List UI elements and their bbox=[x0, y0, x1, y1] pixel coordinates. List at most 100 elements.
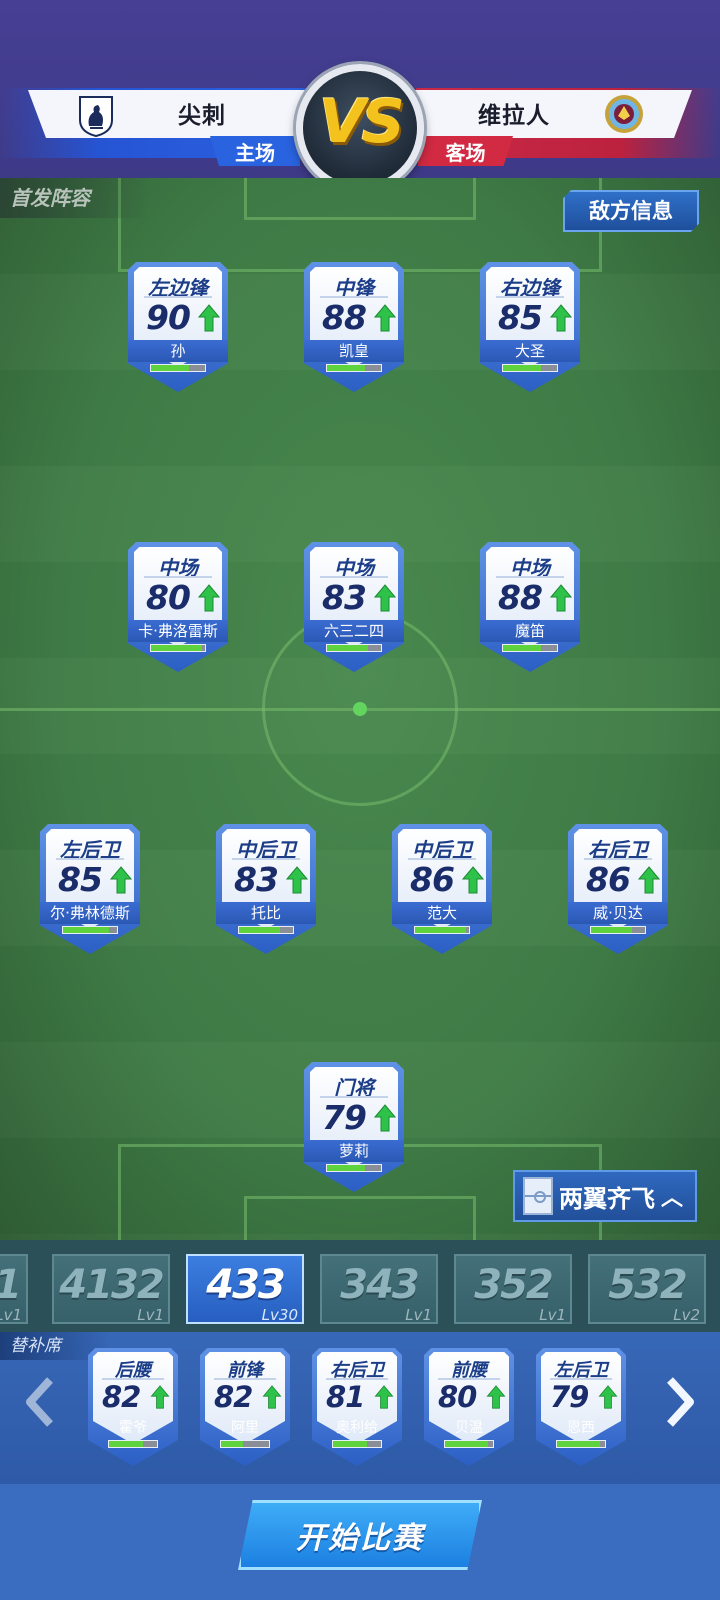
chevron-up-icon: ︿ bbox=[661, 1186, 684, 1211]
player-card[interactable]: 中后卫 86 范大 bbox=[392, 824, 492, 954]
fitness-bar bbox=[150, 644, 206, 652]
player-card[interactable]: 门将 79 萝莉 bbox=[304, 1062, 404, 1192]
player-card[interactable]: 后腰 82 霍爷 bbox=[88, 1348, 178, 1466]
fitness-bar bbox=[62, 926, 118, 934]
player-rating: 88 bbox=[322, 298, 367, 337]
player-card[interactable]: 中后卫 83 托比 bbox=[216, 824, 316, 954]
player-card[interactable]: 中场 80 卡·弗洛雷斯 bbox=[128, 542, 228, 672]
rating-up-arrow-icon bbox=[197, 304, 221, 332]
center-spot bbox=[353, 702, 367, 716]
player-name: 六三二四 bbox=[304, 620, 404, 642]
player-rating: 86 bbox=[410, 860, 455, 899]
player-rating: 79 bbox=[550, 1380, 589, 1414]
rating-up-arrow-icon bbox=[262, 1385, 282, 1409]
formation-option[interactable]: 352 Lv1 bbox=[454, 1254, 572, 1324]
player-rating: 83 bbox=[234, 860, 279, 899]
formation-option[interactable]: 532 Lv2 bbox=[588, 1254, 706, 1324]
formation-number: 433 bbox=[206, 1262, 286, 1308]
player-rating: 81 bbox=[326, 1380, 365, 1414]
player-card[interactable]: 右边锋 85 大圣 bbox=[480, 262, 580, 392]
pitch: 首发阵容 敌方信息 左边锋 90 孙中锋 88 凯皇 右边锋 85 大圣 中场 80 卡·弗洛雷斯中… bbox=[0, 178, 720, 1240]
top-goal-box bbox=[244, 178, 476, 220]
fitness-bar bbox=[590, 926, 646, 934]
formation-level: Lv30 bbox=[261, 1306, 298, 1324]
away-team-name: 维拉人 bbox=[478, 103, 550, 129]
player-name: 霍爷 bbox=[119, 1420, 147, 1436]
formation-option[interactable]: 1Lv1 bbox=[0, 1254, 28, 1324]
player-name: 威·贝达 bbox=[568, 902, 668, 924]
formation-option[interactable]: 433 Lv30 bbox=[186, 1254, 304, 1324]
formation-number: 1 bbox=[0, 1262, 26, 1308]
player-card[interactable]: 左边锋 90 孙 bbox=[128, 262, 228, 392]
fitness-bar-fill bbox=[239, 927, 280, 933]
bench-next-arrow-icon[interactable] bbox=[662, 1376, 698, 1428]
rating-up-arrow-icon bbox=[549, 584, 573, 612]
start-match-button[interactable]: 开始比赛 bbox=[238, 1500, 482, 1570]
fitness-bar bbox=[332, 1440, 382, 1448]
formation-name-label: 两翼齐飞 bbox=[559, 1184, 655, 1213]
fitness-bar-fill bbox=[151, 365, 189, 371]
formation-number: 532 bbox=[608, 1262, 688, 1308]
player-card[interactable]: 右后卫 86 威·贝达 bbox=[568, 824, 668, 954]
fitness-bar bbox=[502, 364, 558, 372]
bottom-goal-box bbox=[244, 1196, 476, 1240]
fitness-bar bbox=[414, 926, 470, 934]
home-crest-icon bbox=[76, 94, 116, 138]
rating-up-arrow-icon bbox=[374, 1385, 394, 1409]
player-rating: 90 bbox=[146, 298, 191, 337]
bench-prev-arrow-icon[interactable] bbox=[22, 1376, 58, 1428]
rating-up-arrow-icon bbox=[285, 866, 309, 894]
formation-number: 343 bbox=[340, 1262, 420, 1308]
player-rating: 83 bbox=[322, 578, 367, 617]
player-name: 托比 bbox=[216, 902, 316, 924]
fitness-bar bbox=[502, 644, 558, 652]
player-name: 魔笛 bbox=[480, 620, 580, 642]
player-name: 阿里 bbox=[231, 1420, 259, 1436]
formation-option[interactable]: 343 Lv1 bbox=[320, 1254, 438, 1324]
player-card[interactable]: 中场 88 魔笛 bbox=[480, 542, 580, 672]
vs-badge: VS bbox=[296, 64, 424, 192]
player-card[interactable]: 前腰 80 贝温 bbox=[424, 1348, 514, 1466]
player-card[interactable]: 左后卫 79 恩西 bbox=[536, 1348, 626, 1466]
player-name: 凯皇 bbox=[304, 340, 404, 362]
player-rating: 80 bbox=[146, 578, 191, 617]
formation-name-button[interactable]: 两翼齐飞 ︿ bbox=[513, 1170, 697, 1222]
player-card[interactable]: 前锋 82 阿里 bbox=[200, 1348, 290, 1466]
fitness-bar-fill bbox=[221, 1441, 243, 1447]
fitness-bar bbox=[444, 1440, 494, 1448]
fitness-bar-fill bbox=[591, 927, 632, 933]
rating-up-arrow-icon bbox=[486, 1385, 506, 1409]
player-name: 孙 bbox=[128, 340, 228, 362]
fitness-bar-fill bbox=[503, 645, 541, 651]
player-rating: 85 bbox=[58, 860, 103, 899]
fitness-bar-fill bbox=[327, 645, 368, 651]
player-card[interactable]: 右后卫 81 奥利给 bbox=[312, 1348, 402, 1466]
fitness-bar-fill bbox=[445, 1441, 489, 1447]
player-rating: 79 bbox=[322, 1098, 367, 1137]
fitness-bar-fill bbox=[151, 645, 203, 651]
enemy-info-button[interactable]: 敌方信息 bbox=[563, 190, 699, 232]
formation-option[interactable]: 4132 Lv1 bbox=[52, 1254, 170, 1324]
player-card[interactable]: 中场 83 六三二四 bbox=[304, 542, 404, 672]
formation-level: Lv1 bbox=[0, 1306, 22, 1324]
player-card[interactable]: 左后卫 85 尔·弗林德斯 bbox=[40, 824, 140, 954]
formation-selector: 1Lv14132Lv1433Lv30343Lv1352Lv1532Lv2 bbox=[0, 1240, 720, 1332]
fitness-bar-fill bbox=[503, 365, 541, 371]
player-rating: 80 bbox=[438, 1380, 477, 1414]
rating-up-arrow-icon bbox=[549, 304, 573, 332]
fitness-bar-fill bbox=[63, 927, 109, 933]
fitness-bar-fill bbox=[327, 365, 365, 371]
player-name: 恩西 bbox=[567, 1420, 595, 1436]
rating-up-arrow-icon bbox=[598, 1385, 618, 1409]
player-name: 卡·弗洛雷斯 bbox=[128, 620, 228, 642]
lineup-label: 首发阵容 bbox=[0, 178, 150, 218]
player-rating: 82 bbox=[214, 1380, 253, 1414]
away-tag: 客场 bbox=[418, 136, 513, 166]
player-card[interactable]: 中锋 88 凯皇 bbox=[304, 262, 404, 392]
fitness-bar bbox=[326, 644, 382, 652]
away-crest-icon bbox=[604, 92, 644, 136]
fitness-bar bbox=[326, 364, 382, 372]
formation-number: 352 bbox=[474, 1262, 554, 1308]
rating-up-arrow-icon bbox=[150, 1385, 170, 1409]
rating-up-arrow-icon bbox=[373, 1104, 397, 1132]
